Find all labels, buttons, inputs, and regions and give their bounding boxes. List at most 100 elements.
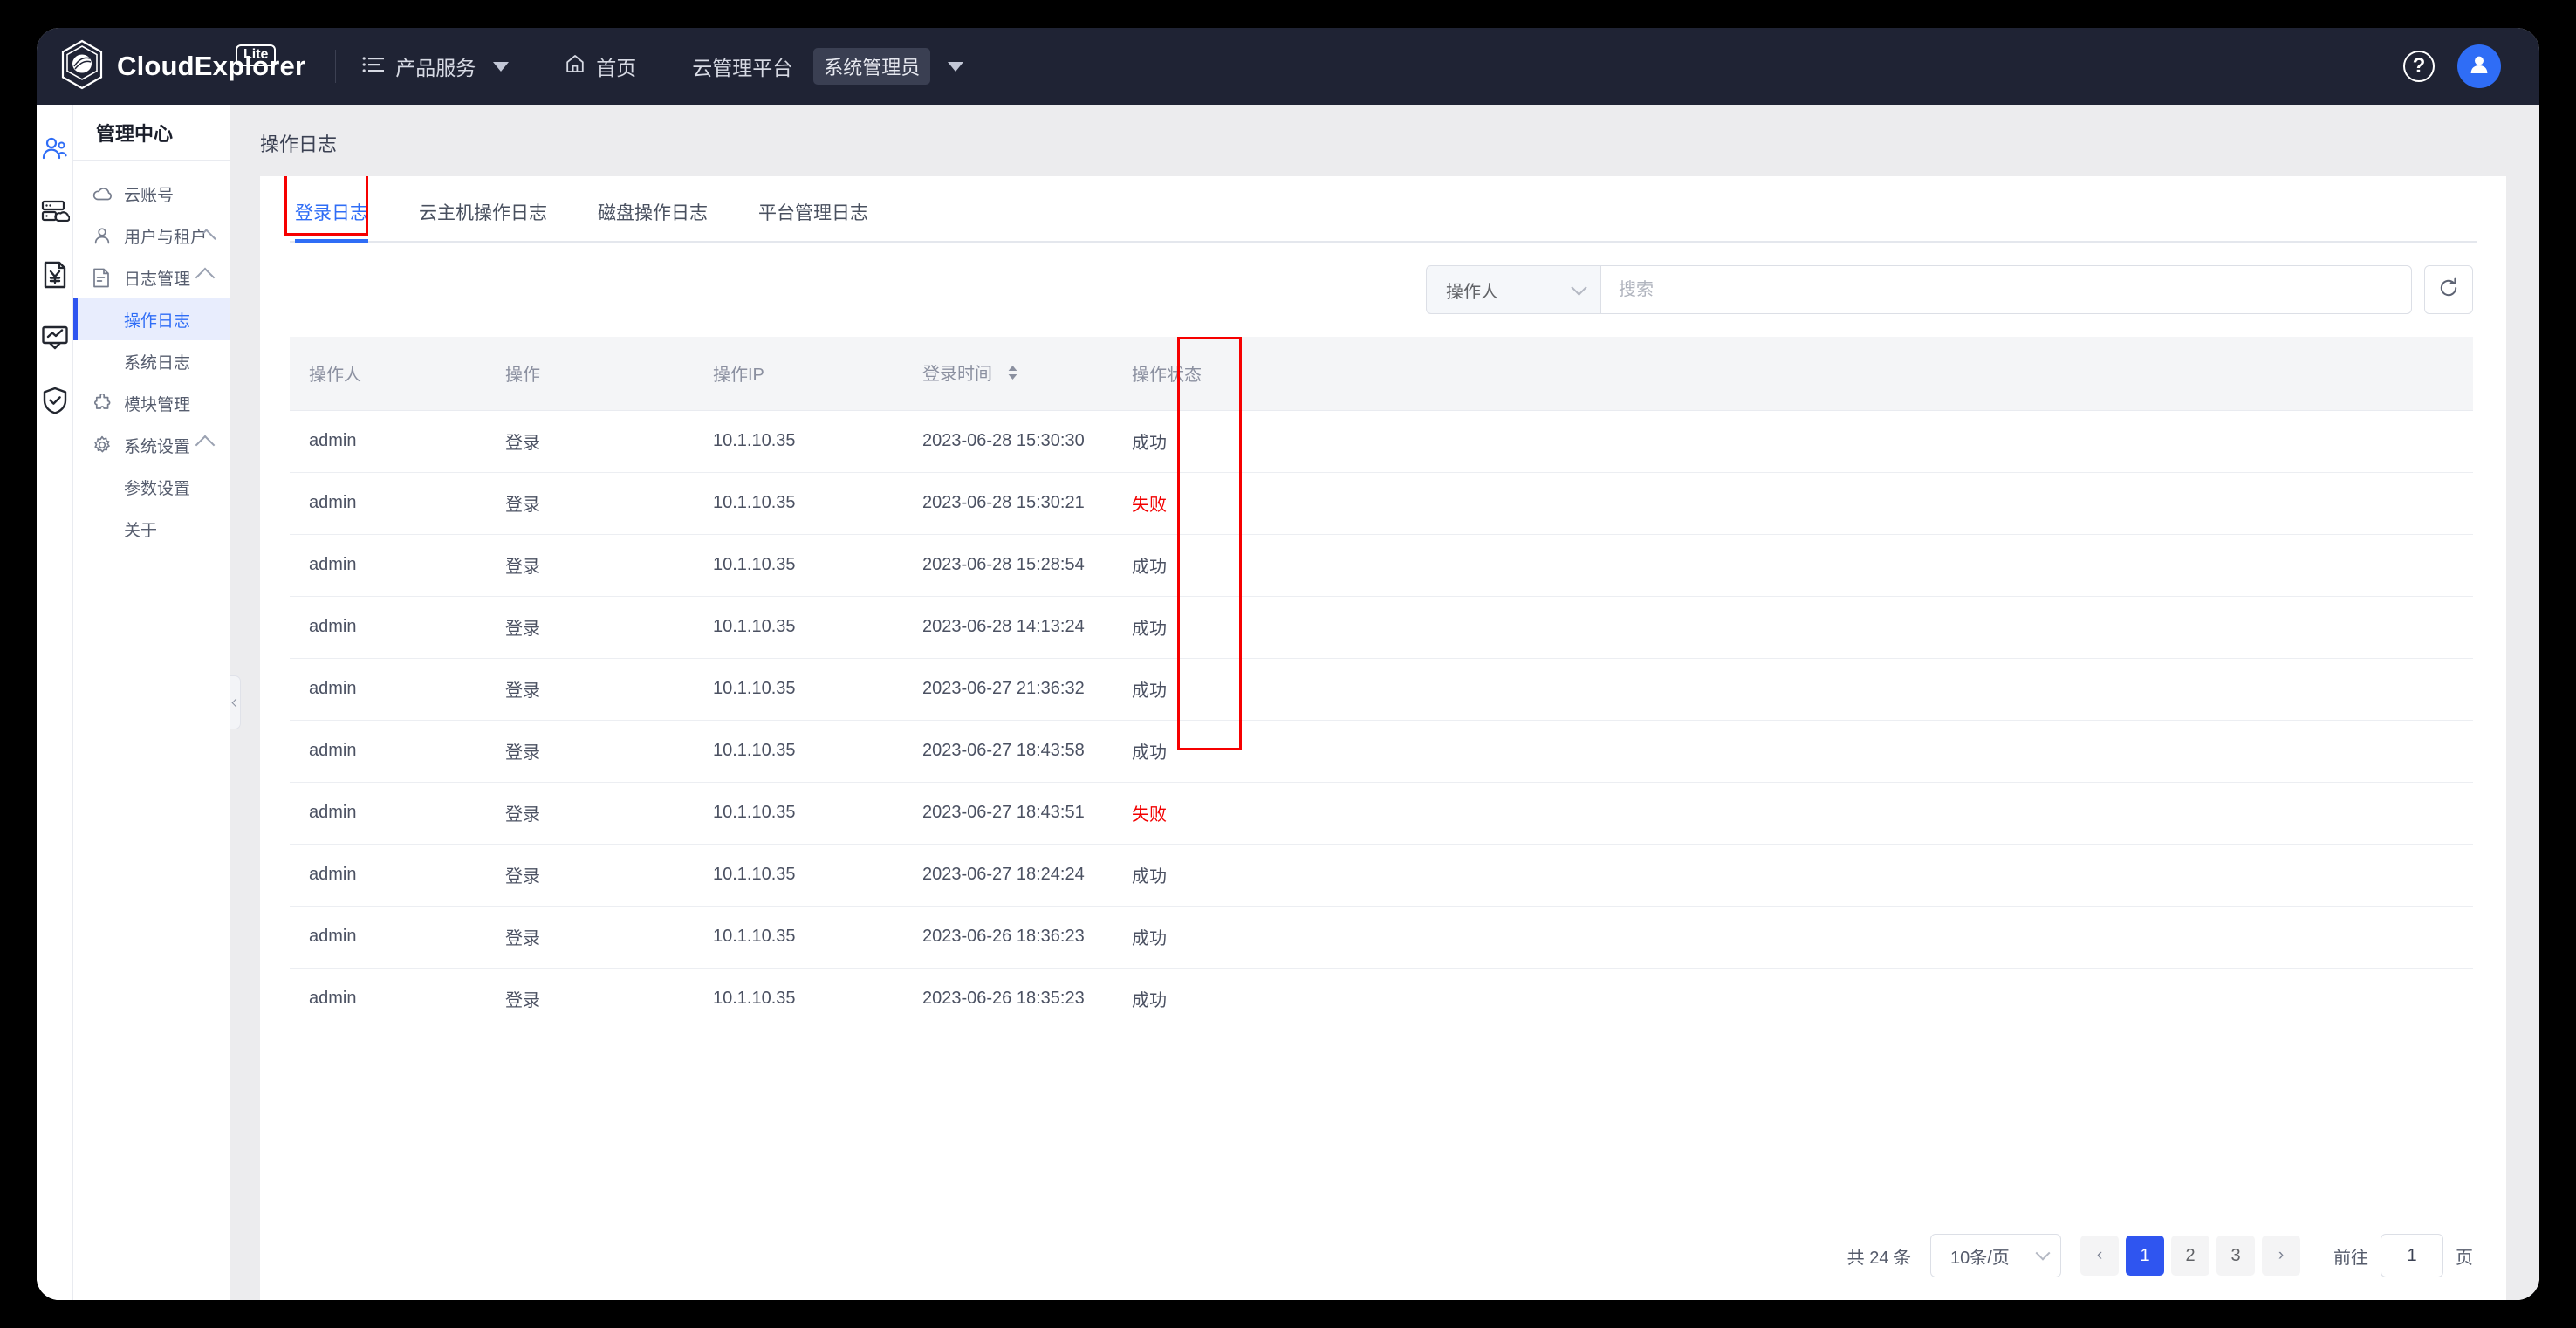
search-field-select[interactable]: 操作人 bbox=[1426, 265, 1600, 314]
chevron-down-icon bbox=[2035, 1245, 2051, 1261]
sort-updown-icon[interactable] bbox=[1006, 364, 1019, 387]
page-button-1[interactable]: 1 bbox=[2126, 1236, 2164, 1276]
ip-cell: 10.1.10.35 bbox=[694, 844, 903, 907]
login-time-cell: 2023-06-26 18:36:23 bbox=[903, 906, 1113, 969]
refresh-button[interactable] bbox=[2424, 265, 2473, 314]
status-cell: 成功 bbox=[1113, 596, 2473, 659]
sidebar-item-label: 关于 bbox=[124, 521, 158, 540]
tab-disk-operation-log[interactable]: 磁盘操作日志 bbox=[598, 199, 708, 241]
sidebar-item-parameter-settings[interactable]: 参数设置 bbox=[73, 466, 230, 508]
sidebar-item-about[interactable]: 关于 bbox=[73, 508, 230, 550]
table-row[interactable]: admin 登录 10.1.10.35 2023-06-28 15:28:54 成功 bbox=[290, 534, 2473, 597]
page-button-3[interactable]: 3 bbox=[2216, 1236, 2255, 1276]
status-cell: 成功 bbox=[1113, 844, 2473, 907]
login-time-cell: 2023-06-28 15:30:21 bbox=[903, 472, 1113, 535]
brand[interactable]: CloudExplorer Lite bbox=[37, 39, 305, 94]
operator-cell: admin bbox=[290, 596, 486, 659]
search-row: 操作人 bbox=[260, 243, 2506, 314]
ip-cell: 10.1.10.35 bbox=[694, 782, 903, 845]
user-avatar[interactable] bbox=[2457, 44, 2501, 88]
products-services-menu[interactable]: 产品服务 bbox=[359, 51, 512, 81]
table-row[interactable]: admin 登录 10.1.10.35 2023-06-27 21:36:32 成功 bbox=[290, 658, 2473, 721]
status-cell: 成功 bbox=[1113, 658, 2473, 721]
ip-cell: 10.1.10.35 bbox=[694, 596, 903, 659]
sidebar-item-system-log[interactable]: 系统日志 bbox=[73, 340, 230, 382]
operator-cell: admin bbox=[290, 472, 486, 535]
table-row[interactable]: admin 登录 10.1.10.35 2023-06-27 18:43:58 成功 bbox=[290, 720, 2473, 783]
tab-platform-management-log[interactable]: 平台管理日志 bbox=[758, 199, 868, 241]
status-cell: 成功 bbox=[1113, 534, 2473, 597]
next-page-button[interactable]: › bbox=[2262, 1236, 2300, 1276]
sidebar-item-cloud-account[interactable]: 云账号 bbox=[73, 173, 230, 215]
table-header-row: 操作人 操作 操作IP 登录时间 操作状态 bbox=[290, 337, 2473, 411]
puzzle-icon bbox=[92, 394, 115, 413]
home-link[interactable]: 首页 bbox=[561, 51, 640, 81]
status-cell: 失败 bbox=[1113, 782, 2473, 845]
table-row[interactable]: admin 登录 10.1.10.35 2023-06-27 18:24:24 成功 bbox=[290, 844, 2473, 907]
help-circle-icon[interactable]: ? bbox=[2403, 51, 2435, 82]
operation-cell: 登录 bbox=[486, 658, 694, 721]
ip-cell: 10.1.10.35 bbox=[694, 906, 903, 969]
home-label: 首页 bbox=[596, 57, 637, 79]
sidebar-item-module-management[interactable]: 模块管理 bbox=[73, 382, 230, 424]
main-content: 操作日志 登录日志 云主机操作日志 磁盘操作日志 平台管理日志 操作人 搜索 操… bbox=[230, 105, 2539, 1300]
operation-cell: 登录 bbox=[486, 968, 694, 1030]
ip-cell: 10.1.10.35 bbox=[694, 658, 903, 721]
server-cloud-icon[interactable] bbox=[40, 197, 71, 227]
table-body: admin 登录 10.1.10.35 2023-06-28 15:30:30 成功 ad… bbox=[290, 410, 2473, 1030]
operation-cell: 登录 bbox=[486, 782, 694, 845]
operator-cell: admin bbox=[290, 782, 486, 845]
operator-cell: admin bbox=[290, 658, 486, 721]
role-badge: 系统管理员 bbox=[813, 48, 931, 85]
tab-host-operation-log[interactable]: 云主机操作日志 bbox=[419, 199, 547, 241]
platform-switcher[interactable]: 云管理平台 系统管理员 bbox=[689, 48, 967, 85]
jump-page-input[interactable] bbox=[2381, 1234, 2443, 1277]
sidebar-item-label: 系统设置 bbox=[124, 437, 191, 456]
table-row[interactable]: admin 登录 10.1.10.35 2023-06-28 15:30:21 失败 bbox=[290, 472, 2473, 535]
column-header-login-time[interactable]: 登录时间 bbox=[903, 337, 1113, 411]
login-time-cell: 2023-06-27 21:36:32 bbox=[903, 658, 1113, 721]
header-right-actions: ? bbox=[2403, 44, 2539, 88]
table-row[interactable]: admin 登录 10.1.10.35 2023-06-28 15:30:30 成功 bbox=[290, 410, 2473, 473]
page-button-2[interactable]: 2 bbox=[2171, 1236, 2209, 1276]
tab-login-log[interactable]: 登录日志 bbox=[295, 199, 368, 243]
sidebar-item-operation-log[interactable]: 操作日志 bbox=[73, 298, 230, 340]
bill-yuan-icon[interactable] bbox=[40, 260, 70, 290]
table-row[interactable]: admin 登录 10.1.10.35 2023-06-26 18:36:23 成功 bbox=[290, 906, 2473, 969]
column-header-operation: 操作 bbox=[486, 337, 694, 411]
monitor-chart-icon[interactable] bbox=[40, 323, 70, 353]
user-icon bbox=[92, 226, 115, 245]
shield-check-icon[interactable] bbox=[40, 386, 70, 415]
column-header-ip: 操作IP bbox=[694, 337, 903, 411]
operator-cell: admin bbox=[290, 410, 486, 473]
app-window: CloudExplorer Lite 产品服务 首页 云管理平台 系统管理员 ?… bbox=[37, 28, 2539, 1300]
prev-page-button[interactable]: ‹ bbox=[2080, 1236, 2119, 1276]
page-size-select[interactable]: 10条/页 bbox=[1930, 1234, 2061, 1277]
chevron-down-icon-2 bbox=[948, 61, 964, 72]
table-row[interactable]: admin 登录 10.1.10.35 2023-06-27 18:43:51 失败 bbox=[290, 782, 2473, 845]
cloudexplorer-logo-icon bbox=[59, 39, 105, 94]
users-icon[interactable] bbox=[40, 134, 70, 164]
search-input[interactable] bbox=[1600, 265, 2412, 314]
operation-cell: 登录 bbox=[486, 472, 694, 535]
pagination: 共 24 条 10条/页 ‹ 1 2 3 › 前往 1 页 bbox=[260, 1213, 2506, 1300]
search-field-value: 操作人 bbox=[1446, 282, 1498, 302]
operator-cell: admin bbox=[290, 534, 486, 597]
sidebar-collapse-handle[interactable] bbox=[230, 675, 241, 729]
sidebar-item-system-settings[interactable]: 系统设置 bbox=[73, 424, 230, 466]
sidebar-item-log-management[interactable]: 日志管理 bbox=[73, 257, 230, 298]
ip-cell: 10.1.10.35 bbox=[694, 720, 903, 783]
column-header-operator: 操作人 bbox=[290, 337, 486, 411]
login-time-cell: 2023-06-26 18:35:23 bbox=[903, 968, 1113, 1030]
status-cell: 成功 bbox=[1113, 968, 2473, 1030]
ip-cell: 10.1.10.35 bbox=[694, 472, 903, 535]
table-row[interactable]: admin 登录 10.1.10.35 2023-06-28 14:13:24 成功 bbox=[290, 596, 2473, 659]
operation-cell: 登录 bbox=[486, 906, 694, 969]
sidebar-item-users-tenants[interactable]: 用户与租户 bbox=[73, 215, 230, 257]
table-row[interactable]: admin 登录 10.1.10.35 2023-06-26 18:35:23 成功 bbox=[290, 968, 2473, 1030]
page-title: 操作日志 bbox=[260, 133, 338, 155]
icon-rail bbox=[37, 105, 73, 1300]
login-time-cell: 2023-06-27 18:43:51 bbox=[903, 782, 1113, 845]
status-cell: 成功 bbox=[1113, 410, 2473, 473]
header-divider bbox=[335, 50, 337, 83]
